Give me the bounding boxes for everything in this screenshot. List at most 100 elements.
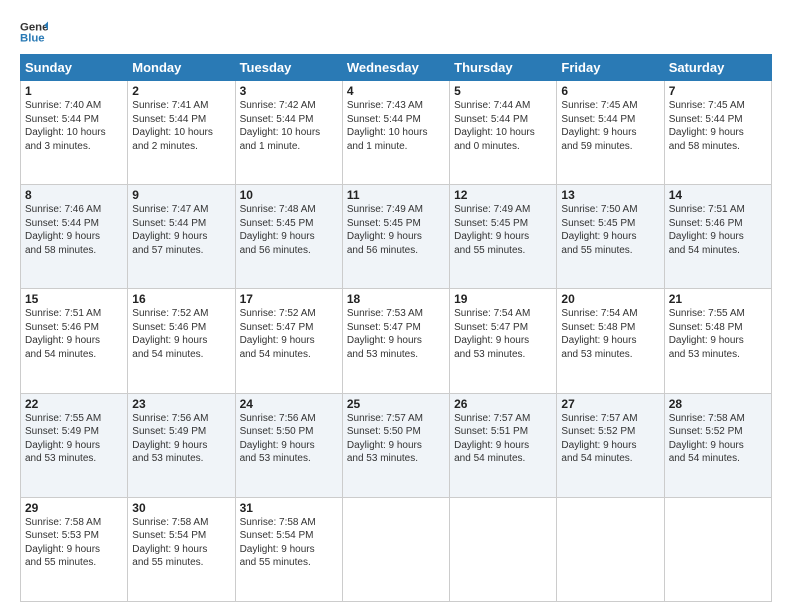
day-number: 25: [347, 397, 445, 411]
day-number: 16: [132, 292, 230, 306]
day-number: 19: [454, 292, 552, 306]
calendar-day-cell: 30 Sunrise: 7:58 AMSunset: 5:54 PMDayligh…: [128, 497, 235, 601]
calendar-day-cell: 16 Sunrise: 7:52 AMSunset: 5:46 PMDayligh…: [128, 289, 235, 393]
day-number: 27: [561, 397, 659, 411]
day-info: Sunrise: 7:41 AMSunset: 5:44 PMDaylight:…: [132, 100, 213, 152]
day-info: Sunrise: 7:44 AMSunset: 5:44 PMDaylight:…: [454, 100, 535, 152]
calendar-day-cell: 4 Sunrise: 7:43 AMSunset: 5:44 PMDaylight…: [342, 81, 449, 185]
day-info: Sunrise: 7:45 AMSunset: 5:44 PMDaylight:…: [561, 100, 637, 152]
day-info: Sunrise: 7:40 AMSunset: 5:44 PMDaylight:…: [25, 100, 106, 152]
calendar-day-cell: 15Sunrise: 7:51 AMSunset: 5:46 PMDayligh…: [21, 289, 128, 393]
day-info: Sunrise: 7:55 AMSunset: 5:48 PMDaylight:…: [669, 308, 745, 360]
calendar-day-cell: 17 Sunrise: 7:52 AMSunset: 5:47 PMDayligh…: [235, 289, 342, 393]
page: General Blue SundayMondayTuesdayWednesda…: [0, 0, 792, 612]
day-number: 2: [132, 84, 230, 98]
calendar-day-cell: 25 Sunrise: 7:57 AMSunset: 5:50 PMDayligh…: [342, 393, 449, 497]
weekday-header-cell: Saturday: [664, 55, 771, 81]
day-number: 26: [454, 397, 552, 411]
day-number: 22: [25, 397, 123, 411]
calendar-day-cell: 29 Sunrise: 7:58 AMSunset: 5:53 PMDayligh…: [21, 497, 128, 601]
weekday-header-cell: Sunday: [21, 55, 128, 81]
calendar-day-cell: 20 Sunrise: 7:54 AMSunset: 5:48 PMDayligh…: [557, 289, 664, 393]
calendar-day-cell: 1 Sunrise: 7:40 AMSunset: 5:44 PMDaylight…: [21, 81, 128, 185]
day-number: 20: [561, 292, 659, 306]
calendar-week-row: 15Sunrise: 7:51 AMSunset: 5:46 PMDayligh…: [21, 289, 772, 393]
calendar-table: SundayMondayTuesdayWednesdayThursdayFrid…: [20, 54, 772, 602]
day-info: Sunrise: 7:43 AMSunset: 5:44 PMDaylight:…: [347, 100, 428, 152]
calendar-day-cell: 24Sunrise: 7:56 AMSunset: 5:50 PMDayligh…: [235, 393, 342, 497]
day-info: Sunrise: 7:58 AMSunset: 5:54 PMDaylight:…: [240, 517, 316, 569]
day-info: Sunrise: 7:57 AMSunset: 5:50 PMDaylight:…: [347, 413, 423, 465]
calendar-day-cell: 14Sunrise: 7:51 AMSunset: 5:46 PMDayligh…: [664, 185, 771, 289]
day-info: Sunrise: 7:52 AMSunset: 5:46 PMDaylight:…: [132, 308, 208, 360]
calendar-day-cell: 3 Sunrise: 7:42 AMSunset: 5:44 PMDaylight…: [235, 81, 342, 185]
calendar-day-cell: 11 Sunrise: 7:49 AMSunset: 5:45 PMDayligh…: [342, 185, 449, 289]
weekday-header-cell: Thursday: [450, 55, 557, 81]
logo-icon: General Blue: [20, 18, 48, 46]
day-number: 29: [25, 501, 123, 515]
calendar-day-cell: [450, 497, 557, 601]
calendar-day-cell: 27Sunrise: 7:57 AMSunset: 5:52 PMDayligh…: [557, 393, 664, 497]
calendar-day-cell: 28 Sunrise: 7:58 AMSunset: 5:52 PMDayligh…: [664, 393, 771, 497]
day-number: 23: [132, 397, 230, 411]
day-number: 13: [561, 188, 659, 202]
calendar-day-cell: 9Sunrise: 7:47 AMSunset: 5:44 PMDaylight…: [128, 185, 235, 289]
calendar-week-row: 22Sunrise: 7:55 AMSunset: 5:49 PMDayligh…: [21, 393, 772, 497]
day-info: Sunrise: 7:58 AMSunset: 5:52 PMDaylight:…: [669, 413, 745, 465]
day-info: Sunrise: 7:56 AMSunset: 5:50 PMDaylight:…: [240, 413, 316, 465]
day-info: Sunrise: 7:56 AMSunset: 5:49 PMDaylight:…: [132, 413, 208, 465]
day-info: Sunrise: 7:51 AMSunset: 5:46 PMDaylight:…: [669, 204, 745, 256]
day-info: Sunrise: 7:49 AMSunset: 5:45 PMDaylight:…: [347, 204, 423, 256]
calendar-week-row: 1 Sunrise: 7:40 AMSunset: 5:44 PMDaylight…: [21, 81, 772, 185]
day-info: Sunrise: 7:46 AMSunset: 5:44 PMDaylight:…: [25, 204, 101, 256]
calendar-day-cell: 6Sunrise: 7:45 AMSunset: 5:44 PMDaylight…: [557, 81, 664, 185]
day-info: Sunrise: 7:45 AMSunset: 5:44 PMDaylight:…: [669, 100, 745, 152]
weekday-header-cell: Friday: [557, 55, 664, 81]
day-number: 7: [669, 84, 767, 98]
day-number: 12: [454, 188, 552, 202]
weekday-header-cell: Tuesday: [235, 55, 342, 81]
day-info: Sunrise: 7:49 AMSunset: 5:45 PMDaylight:…: [454, 204, 530, 256]
logo: General Blue: [20, 18, 48, 46]
calendar-day-cell: 19 Sunrise: 7:54 AMSunset: 5:47 PMDayligh…: [450, 289, 557, 393]
calendar-day-cell: [342, 497, 449, 601]
day-number: 3: [240, 84, 338, 98]
calendar-day-cell: 12 Sunrise: 7:49 AMSunset: 5:45 PMDayligh…: [450, 185, 557, 289]
calendar-week-row: 8 Sunrise: 7:46 AMSunset: 5:44 PMDaylight…: [21, 185, 772, 289]
weekday-header-row: SundayMondayTuesdayWednesdayThursdayFrid…: [21, 55, 772, 81]
day-info: Sunrise: 7:54 AMSunset: 5:48 PMDaylight:…: [561, 308, 637, 360]
day-info: Sunrise: 7:42 AMSunset: 5:44 PMDaylight:…: [240, 100, 321, 152]
calendar-week-row: 29 Sunrise: 7:58 AMSunset: 5:53 PMDayligh…: [21, 497, 772, 601]
day-info: Sunrise: 7:52 AMSunset: 5:47 PMDaylight:…: [240, 308, 316, 360]
day-number: 30: [132, 501, 230, 515]
day-number: 31: [240, 501, 338, 515]
calendar-day-cell: 22Sunrise: 7:55 AMSunset: 5:49 PMDayligh…: [21, 393, 128, 497]
svg-text:General: General: [20, 21, 48, 33]
day-number: 15: [25, 292, 123, 306]
calendar-day-cell: [664, 497, 771, 601]
day-info: Sunrise: 7:57 AMSunset: 5:51 PMDaylight:…: [454, 413, 530, 465]
calendar-body: 1 Sunrise: 7:40 AMSunset: 5:44 PMDaylight…: [21, 81, 772, 602]
weekday-header-cell: Monday: [128, 55, 235, 81]
calendar-day-cell: 26 Sunrise: 7:57 AMSunset: 5:51 PMDayligh…: [450, 393, 557, 497]
day-info: Sunrise: 7:53 AMSunset: 5:47 PMDaylight:…: [347, 308, 423, 360]
calendar-day-cell: 5 Sunrise: 7:44 AMSunset: 5:44 PMDaylight…: [450, 81, 557, 185]
day-number: 18: [347, 292, 445, 306]
calendar-day-cell: 18 Sunrise: 7:53 AMSunset: 5:47 PMDayligh…: [342, 289, 449, 393]
day-number: 11: [347, 188, 445, 202]
calendar-day-cell: 23 Sunrise: 7:56 AMSunset: 5:49 PMDayligh…: [128, 393, 235, 497]
day-number: 4: [347, 84, 445, 98]
header: General Blue: [20, 18, 772, 46]
day-info: Sunrise: 7:58 AMSunset: 5:53 PMDaylight:…: [25, 517, 101, 569]
calendar-day-cell: 13Sunrise: 7:50 AMSunset: 5:45 PMDayligh…: [557, 185, 664, 289]
day-number: 8: [25, 188, 123, 202]
day-number: 17: [240, 292, 338, 306]
day-number: 21: [669, 292, 767, 306]
calendar-day-cell: 7 Sunrise: 7:45 AMSunset: 5:44 PMDaylight…: [664, 81, 771, 185]
day-number: 5: [454, 84, 552, 98]
day-number: 28: [669, 397, 767, 411]
calendar-day-cell: 31 Sunrise: 7:58 AMSunset: 5:54 PMDayligh…: [235, 497, 342, 601]
day-info: Sunrise: 7:54 AMSunset: 5:47 PMDaylight:…: [454, 308, 530, 360]
day-info: Sunrise: 7:58 AMSunset: 5:54 PMDaylight:…: [132, 517, 208, 569]
day-number: 1: [25, 84, 123, 98]
